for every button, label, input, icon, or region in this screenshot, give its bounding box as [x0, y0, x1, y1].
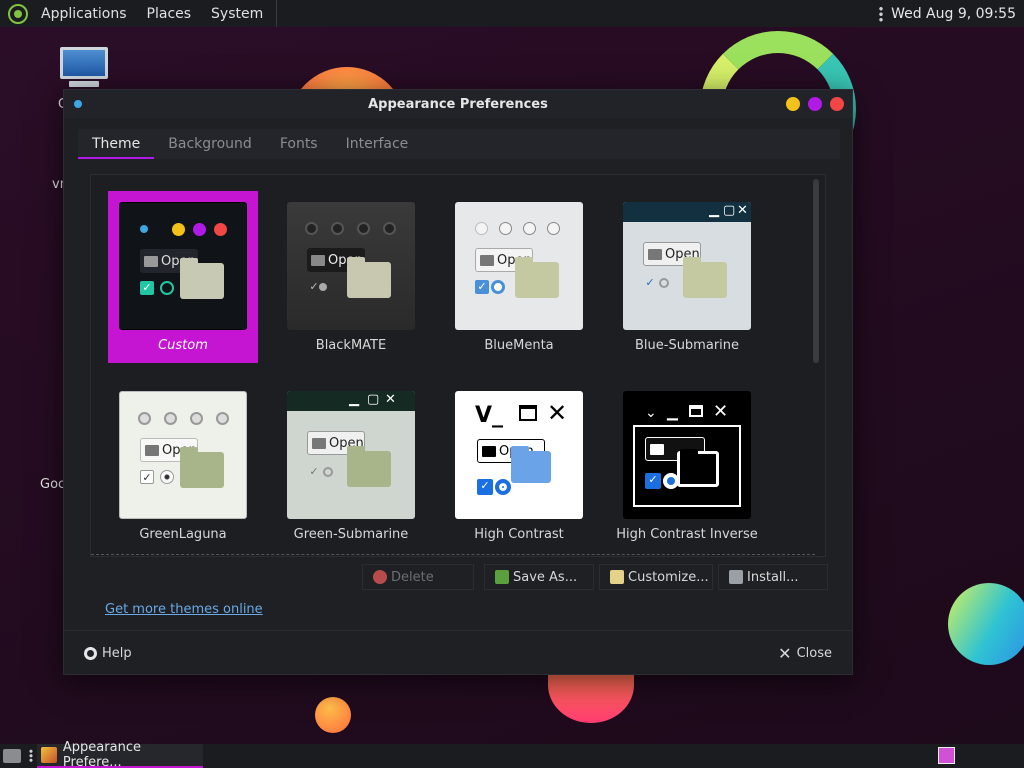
theme-label: BlackMATE [315, 338, 387, 353]
monitor-icon [60, 47, 108, 79]
folder-icon [677, 449, 719, 487]
maximize-button[interactable] [808, 97, 822, 111]
theme-item-custom[interactable]: Open ✓ Custom [108, 191, 258, 363]
help-icon [84, 647, 97, 660]
delete-icon [373, 570, 387, 584]
workspace-switcher[interactable] [938, 747, 955, 764]
theme-preview: Open ✓ [119, 391, 247, 519]
folder-icon [347, 257, 391, 298]
theme-preview: Open ✓ [287, 202, 415, 330]
show-desktop-icon[interactable] [3, 749, 21, 763]
theme-label: GreenLaguna [139, 527, 227, 542]
tab-interface[interactable]: Interface [332, 129, 423, 159]
folder-icon [347, 446, 391, 487]
panel-separator [276, 0, 278, 27]
customize-icon [610, 570, 624, 584]
appearance-preferences-window: Appearance Preferences Theme Background … [63, 89, 853, 675]
computer-desktop-icon[interactable] [60, 47, 114, 91]
install-button[interactable]: Install... [718, 564, 828, 590]
theme-preview: ▁ ▢ ✕ Open ✓ [287, 391, 415, 519]
theme-item-high-contrast[interactable]: V_ ✕ Open ✓ High Contrast [444, 380, 594, 552]
menu-applications[interactable]: Applications [34, 6, 134, 22]
window-menu-icon[interactable] [74, 100, 82, 108]
folder-icon [180, 258, 224, 299]
theme-preview: Open ✓ [119, 202, 247, 330]
get-more-themes-link[interactable]: Get more themes online [105, 602, 263, 617]
theme-item-green-submarine[interactable]: ▁ ▢ ✕ Open ✓ Green-Submarine [276, 380, 426, 552]
bottom-panel: Appearance Prefere... [0, 740, 1024, 768]
tab-bar: Theme Background Fonts Interface [78, 129, 840, 159]
decorative-cyan-shape [948, 583, 1024, 665]
delete-button[interactable]: Delete [362, 564, 474, 590]
tab-background[interactable]: Background [154, 129, 266, 159]
save-as-button[interactable]: Save As... [484, 564, 594, 590]
help-button[interactable]: Help [84, 646, 132, 661]
appearance-app-icon [41, 747, 57, 763]
folder-icon [515, 257, 559, 298]
desktop-label-google[interactable]: Goc [40, 477, 65, 492]
mate-logo-icon[interactable] [8, 3, 28, 24]
theme-list: Open ✓ Custom Open ✓ BlackMATE ✓ BlueMen… [90, 174, 826, 557]
theme-item-blackmate[interactable]: Open ✓ BlackMATE [276, 191, 426, 363]
menu-system[interactable]: System [204, 6, 270, 22]
titlebar[interactable]: Appearance Preferences [64, 90, 852, 118]
theme-preview: ⌄ ▁ ✕ ✓ [623, 391, 751, 519]
tab-fonts[interactable]: Fonts [266, 129, 332, 159]
theme-list-scrollbar[interactable] [813, 179, 819, 363]
close-button[interactable]: ✕ Close [778, 643, 832, 663]
theme-preview: ▁ ▢ ✕ Open ✓ [623, 202, 751, 330]
minimize-button[interactable] [786, 97, 800, 111]
taskbar-item-appearance[interactable]: Appearance Prefere... [37, 740, 203, 768]
theme-label: Green-Submarine [293, 527, 409, 542]
theme-label: High Contrast [474, 527, 564, 542]
close-window-button[interactable] [830, 97, 844, 111]
decorative-small-shape [315, 697, 351, 733]
theme-item-high-contrast-inverse[interactable]: ⌄ ▁ ✕ ✓ High Contrast Inverse [612, 380, 762, 552]
save-icon [495, 570, 509, 584]
close-icon: ✕ [778, 643, 792, 663]
window-title: Appearance Preferences [368, 96, 548, 112]
folder-icon [180, 447, 224, 488]
install-icon [729, 570, 743, 584]
theme-preview: Open ✓ [455, 202, 583, 330]
folder-icon [683, 257, 727, 298]
theme-label: Blue-Submarine [634, 338, 740, 353]
theme-item-blue-submarine[interactable]: ▁ ▢ ✕ Open ✓ Blue-Submarine [612, 191, 762, 363]
clock[interactable]: Wed Aug 9, 09:55 [891, 6, 1016, 22]
tab-theme[interactable]: Theme [78, 129, 155, 159]
folder-icon [511, 446, 551, 483]
theme-item-bluementa[interactable]: Open ✓ BlueMenta [444, 191, 594, 363]
panel-handle-icon[interactable] [879, 5, 884, 22]
customize-button[interactable]: Customize... [599, 564, 713, 590]
theme-item-greenlaguna[interactable]: Open ✓ GreenLaguna [108, 380, 258, 552]
theme-label: Custom [158, 338, 208, 353]
top-panel: Applications Places System Wed Aug 9, 09… [0, 0, 1024, 27]
theme-label: High Contrast Inverse [616, 527, 758, 542]
menu-places[interactable]: Places [140, 6, 199, 22]
theme-label: BlueMenta [484, 338, 554, 353]
panel-handle-icon[interactable] [29, 749, 33, 763]
theme-preview: V_ ✕ Open ✓ [455, 391, 583, 519]
